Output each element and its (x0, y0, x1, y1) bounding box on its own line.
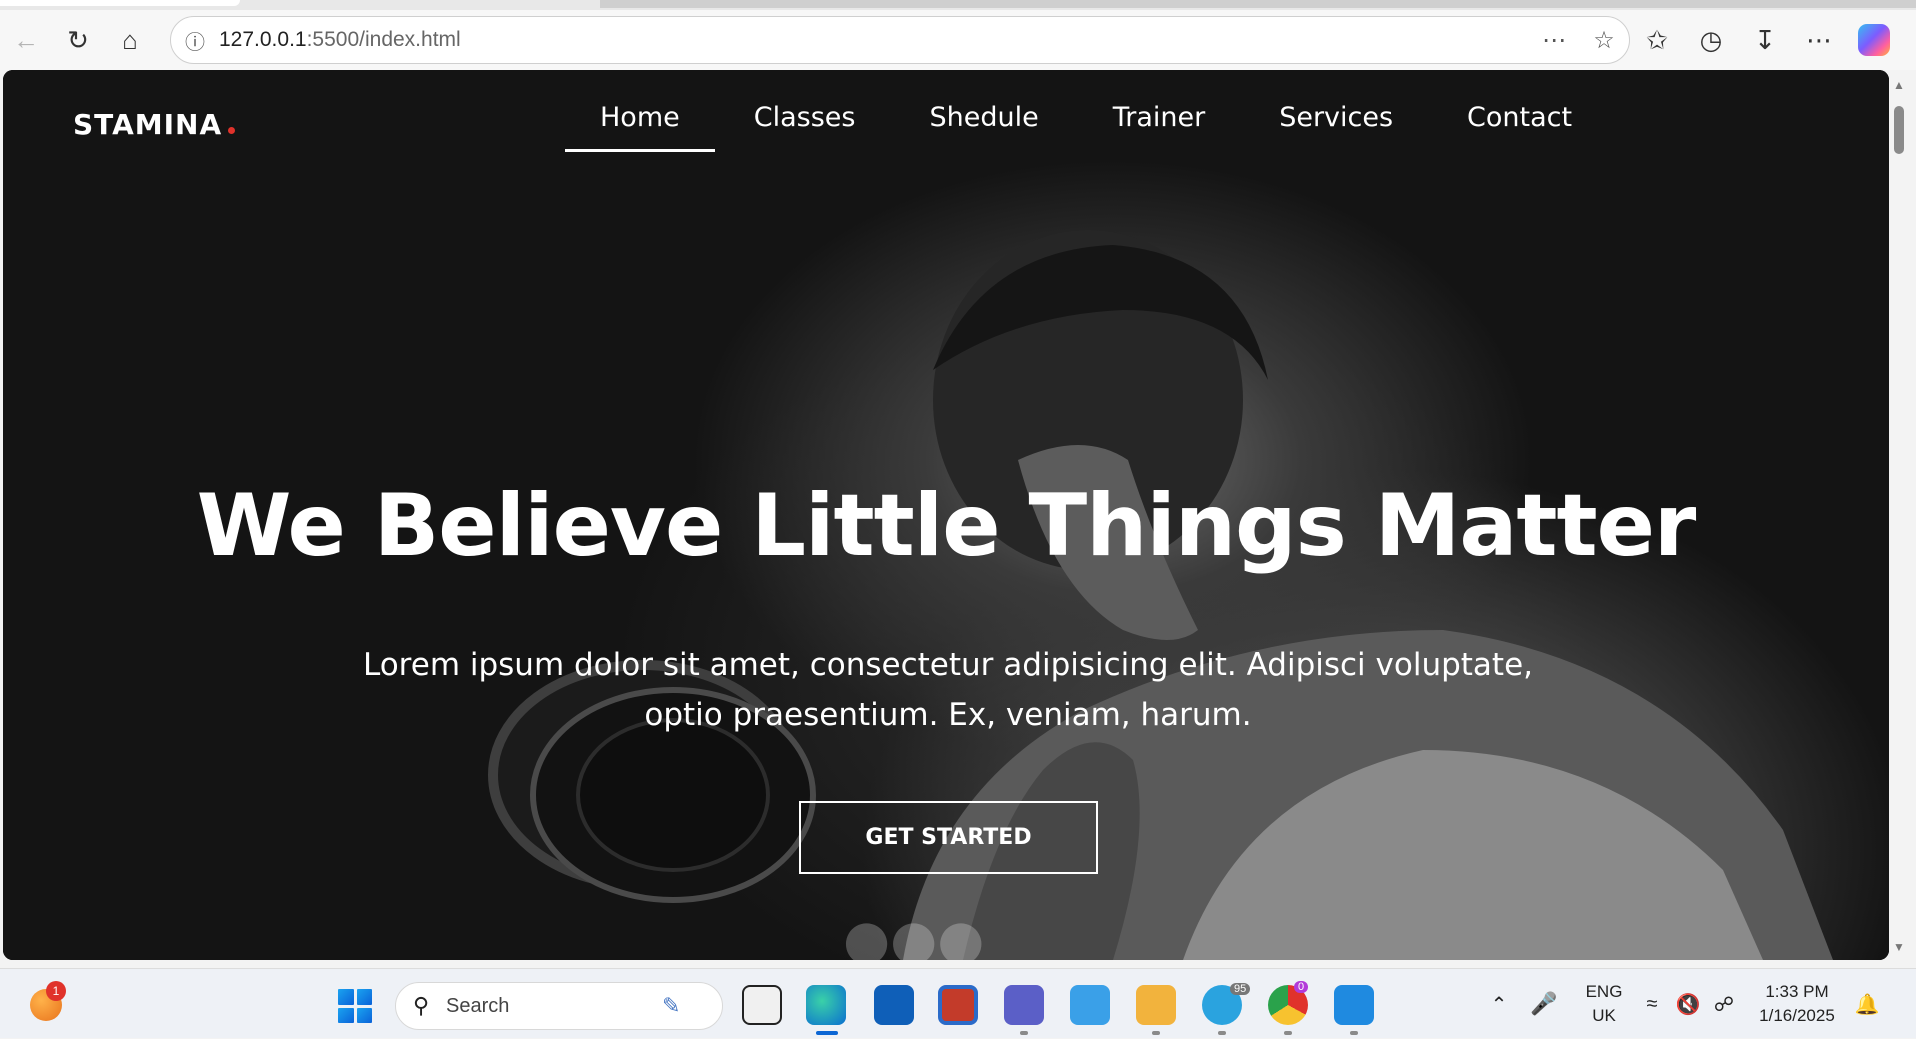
nav-contact[interactable]: Contact (1430, 96, 1609, 156)
microphone-muted-icon[interactable]: 🎤 (1514, 991, 1574, 1017)
back-icon[interactable]: ← (0, 10, 52, 70)
watermark-logo: ●●● (843, 908, 985, 960)
hero-headline: We Believe Little Things Matter (196, 476, 1697, 576)
site-logo-text: STAMINA (73, 108, 223, 141)
active-tab[interactable] (0, 0, 240, 6)
battery-icon[interactable]: ☍ (1706, 992, 1742, 1017)
search-placeholder: Search (446, 994, 510, 1017)
nav-classes[interactable]: Classes (717, 96, 893, 156)
url-host: 127.0.0.1 (219, 28, 307, 51)
tab-strip (0, 0, 1916, 10)
search-icon: ⚲ (412, 993, 430, 1018)
chrome-indicator (1284, 1031, 1292, 1035)
chevron-up-icon[interactable]: ⌃ (1484, 992, 1514, 1017)
language-code: ENG (1585, 982, 1623, 1001)
edge-browser-icon[interactable] (806, 985, 846, 1025)
nav-shedule[interactable]: Shedule (892, 96, 1075, 156)
file-explorer-icon[interactable] (1136, 985, 1176, 1025)
system-tray: ⌃ 🎤 ENG UK ≈ 🔇 ☍ 1:33 PM 1/16/2025 🔔 (1484, 969, 1882, 1039)
clock[interactable]: 1:33 PM 1/16/2025 (1742, 980, 1852, 1028)
taskbar-search[interactable]: ⚲ Search ✎ (395, 982, 723, 1030)
settings-menu-icon[interactable]: ⋯ (1792, 10, 1846, 70)
notification-bell-icon[interactable]: 🔔 (1852, 992, 1882, 1017)
page-viewport: STAMINA Home Classes Shedule Trainer Ser… (3, 70, 1889, 960)
more-options-icon[interactable]: ⋯ (1529, 26, 1579, 55)
home-icon[interactable]: ⌂ (104, 10, 156, 70)
store-icon[interactable] (938, 985, 978, 1025)
notification-badge: 1 (46, 981, 66, 1001)
windows-start-icon[interactable] (338, 989, 372, 1023)
nav-home[interactable]: Home (563, 96, 717, 156)
telegram-badge: 95 (1230, 983, 1251, 995)
refresh-icon[interactable]: ↻ (52, 10, 104, 70)
scroll-down-arrow-icon[interactable]: ▼ (1892, 940, 1906, 954)
wifi-icon[interactable]: ≈ (1634, 993, 1670, 1016)
favorite-star-icon[interactable]: ☆ (1579, 26, 1629, 55)
page-scrollbar[interactable]: ▲ ▼ (1890, 76, 1908, 956)
vscode-indicator (1350, 1031, 1358, 1035)
volume-muted-icon[interactable]: 🔇 (1670, 992, 1706, 1017)
file-explorer-indicator (1152, 1031, 1160, 1035)
teams-indicator (1020, 1031, 1028, 1035)
chrome-badge: 0 (1294, 981, 1309, 993)
hero-subtext: Lorem ipsum dolor sit amet, consectetur … (362, 647, 1534, 733)
download-icon[interactable]: ↧ (1738, 10, 1792, 70)
language-region: UK (1592, 1006, 1616, 1025)
windows-taskbar: 1 ⚲ Search ✎ 95 0 ⌃ 🎤 ENG UK ≈ 🔇 ☍ 1:33 … (0, 968, 1916, 1038)
favorites-icon[interactable]: ✩ (1630, 10, 1684, 70)
task-view-icon[interactable] (742, 985, 782, 1025)
outlook-icon[interactable] (874, 985, 914, 1025)
vscode-icon[interactable] (1334, 985, 1374, 1025)
scroll-thumb[interactable] (1894, 106, 1904, 154)
history-icon[interactable]: ◷ (1684, 10, 1738, 70)
url-text[interactable]: 127.0.0.1:5500/index.html (219, 28, 1529, 52)
url-path: :5500/index.html (306, 28, 461, 51)
address-bar[interactable]: ⓘ 127.0.0.1:5500/index.html ⋯ ☆ (170, 16, 1630, 64)
nav-trainer[interactable]: Trainer (1076, 96, 1243, 156)
site-info-icon[interactable]: ⓘ (171, 26, 219, 55)
logo-dot (228, 127, 236, 134)
teams-icon[interactable] (1004, 985, 1044, 1025)
copilot-icon[interactable] (1858, 24, 1890, 56)
get-started-button[interactable]: GET STARTED (799, 801, 1098, 874)
browser-right-tools: ✩ ◷ ↧ ⋯ (1630, 10, 1890, 70)
nav-services[interactable]: Services (1242, 96, 1430, 156)
main-navigation: Home Classes Shedule Trainer Services Co… (563, 96, 1609, 156)
tab-strip-background (600, 0, 1916, 8)
clock-date: 1/16/2025 (1759, 1006, 1835, 1025)
scroll-up-arrow-icon[interactable]: ▲ (1892, 78, 1906, 92)
telegram-indicator (1218, 1031, 1226, 1035)
search-highlight-icon: ✎ (662, 993, 681, 1018)
desktop-monitor-icon[interactable] (1070, 985, 1110, 1025)
site-logo[interactable]: STAMINA (73, 108, 236, 141)
clock-time: 1:33 PM (1765, 982, 1829, 1001)
language-indicator[interactable]: ENG UK (1574, 980, 1634, 1028)
edge-active-indicator (816, 1031, 838, 1035)
